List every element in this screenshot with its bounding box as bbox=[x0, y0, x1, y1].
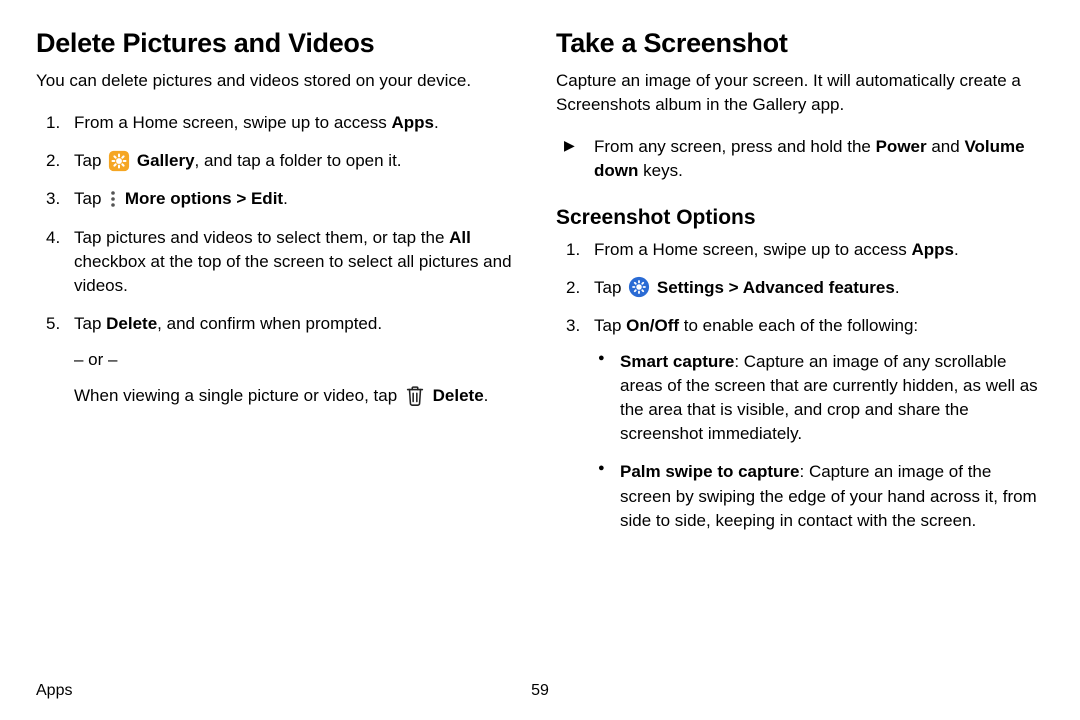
text: , and tap a folder to open it. bbox=[195, 151, 402, 170]
or-text: – or – bbox=[74, 348, 524, 372]
text: . bbox=[895, 278, 900, 297]
bold-power: Power bbox=[876, 137, 927, 156]
text: From a Home screen, swipe up to access bbox=[594, 240, 911, 259]
bold-gallery: Gallery bbox=[137, 151, 195, 170]
bold-on-off: On/Off bbox=[626, 316, 679, 335]
bold-all: All bbox=[449, 228, 471, 247]
bold-edit: Edit bbox=[251, 189, 283, 208]
footer-page-number: 59 bbox=[531, 682, 549, 700]
bold-delete: Delete bbox=[106, 314, 157, 333]
text: Tap bbox=[594, 278, 626, 297]
text: . bbox=[434, 113, 439, 132]
text: Tap bbox=[74, 189, 106, 208]
text: . bbox=[484, 386, 489, 405]
text: keys. bbox=[638, 161, 682, 180]
text: From any screen, press and hold the bbox=[594, 137, 876, 156]
left-step5-sub: – or – When viewing a single picture or … bbox=[74, 348, 524, 408]
bold-palm-swipe: Palm swipe to capture bbox=[620, 462, 800, 481]
settings-icon bbox=[628, 276, 650, 298]
bullet-smart-capture: Smart capture: Capture an image of any s… bbox=[594, 350, 1044, 447]
trash-icon bbox=[404, 385, 426, 407]
right-subheading: Screenshot Options bbox=[556, 206, 1044, 230]
left-heading: Delete Pictures and Videos bbox=[36, 28, 524, 59]
text: From a Home screen, swipe up to access bbox=[74, 113, 391, 132]
bold-advanced-features: Advanced features bbox=[743, 278, 895, 297]
chevron: > bbox=[724, 278, 743, 297]
right-step-3: Tap On/Off to enable each of the followi… bbox=[556, 314, 1044, 533]
left-steps: From a Home screen, swipe up to access A… bbox=[36, 111, 524, 408]
text: . bbox=[283, 189, 288, 208]
left-step-3: Tap More options > Edit. bbox=[36, 187, 524, 211]
text: to enable each of the following: bbox=[679, 316, 918, 335]
text: When viewing a single picture or video, … bbox=[74, 386, 402, 405]
left-intro: You can delete pictures and videos store… bbox=[36, 69, 524, 93]
text: Tap bbox=[74, 314, 106, 333]
right-arrow-item: From any screen, press and hold the Powe… bbox=[556, 135, 1044, 183]
text: and bbox=[927, 137, 965, 156]
more-options-icon bbox=[108, 188, 118, 210]
right-column: Take a Screenshot Capture an image of yo… bbox=[556, 28, 1044, 668]
alt-text: When viewing a single picture or video, … bbox=[74, 384, 524, 408]
right-arrow-list: From any screen, press and hold the Powe… bbox=[556, 135, 1044, 183]
footer-section: Apps bbox=[36, 682, 72, 699]
right-heading: Take a Screenshot bbox=[556, 28, 1044, 59]
bold-settings: Settings bbox=[657, 278, 724, 297]
page-content: Delete Pictures and Videos You can delet… bbox=[36, 28, 1044, 668]
text: Tap bbox=[74, 151, 106, 170]
left-column: Delete Pictures and Videos You can delet… bbox=[36, 28, 524, 668]
left-step-2: Tap Gallery, and tap a folder to open it… bbox=[36, 149, 524, 173]
right-intro: Capture an image of your screen. It will… bbox=[556, 69, 1044, 117]
left-step-5: Tap Delete, and confirm when prompted. –… bbox=[36, 312, 524, 408]
text: Tap pictures and videos to select them, … bbox=[74, 228, 449, 247]
bold-smart-capture: Smart capture bbox=[620, 352, 734, 371]
text: . bbox=[954, 240, 959, 259]
bold-more-options: More options bbox=[125, 189, 232, 208]
chevron: > bbox=[232, 189, 251, 208]
right-step-1: From a Home screen, swipe up to access A… bbox=[556, 238, 1044, 262]
text: checkbox at the top of the screen to sel… bbox=[74, 252, 512, 295]
bold-apps: Apps bbox=[391, 113, 434, 132]
gallery-icon bbox=[108, 150, 130, 172]
bullet-palm-swipe: Palm swipe to capture: Capture an image … bbox=[594, 460, 1044, 532]
text: , and confirm when prompted. bbox=[157, 314, 382, 333]
right-steps: From a Home screen, swipe up to access A… bbox=[556, 238, 1044, 533]
text: Tap bbox=[594, 316, 626, 335]
bold-delete-alt: Delete bbox=[433, 386, 484, 405]
right-step-2: Tap Settings > Advanced features. bbox=[556, 276, 1044, 300]
page-footer: Apps 59 bbox=[36, 682, 1044, 700]
right-bullets: Smart capture: Capture an image of any s… bbox=[594, 350, 1044, 533]
bold-apps: Apps bbox=[911, 240, 954, 259]
left-step-1: From a Home screen, swipe up to access A… bbox=[36, 111, 524, 135]
left-step-4: Tap pictures and videos to select them, … bbox=[36, 226, 524, 298]
